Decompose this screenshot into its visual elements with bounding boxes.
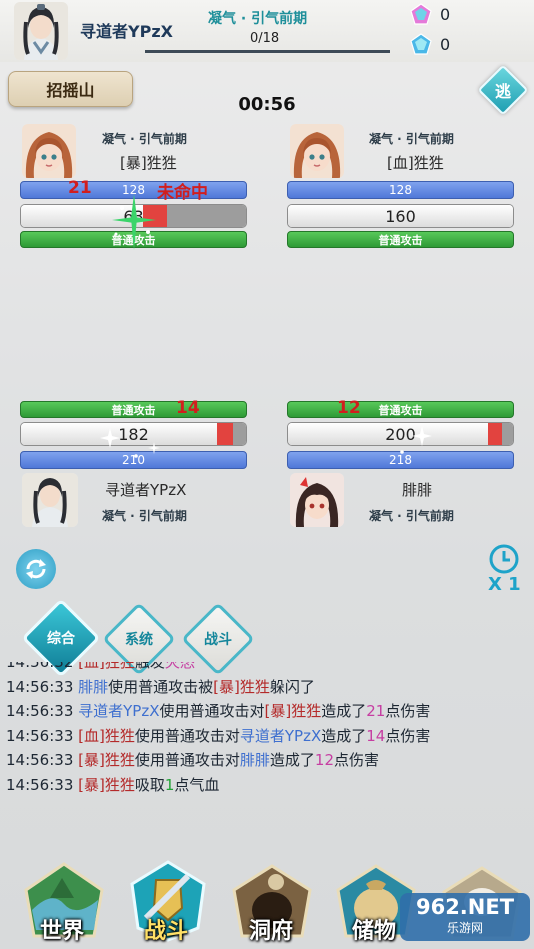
log-segment: 14 — [366, 726, 386, 745]
speed-label[interactable]: X 1 — [488, 574, 521, 595]
pink-gem-icon — [410, 3, 432, 25]
pet-realm: 凝气 · 引气前期 — [369, 509, 454, 523]
damage-number: 21 — [68, 178, 92, 198]
enemy-realm: 凝气 · 引气前期 — [102, 132, 187, 146]
sparkle-effect — [382, 422, 452, 470]
pet-avatar — [290, 473, 344, 527]
log-segment: 使用普通攻击对 — [134, 751, 240, 769]
tab-general-label[interactable]: 综合 — [31, 628, 91, 648]
log-segment: [暴]狌狌 — [213, 677, 270, 696]
log-segment: 使用普通攻击对 — [159, 702, 265, 720]
log-text: 触发 — [134, 662, 165, 671]
log-line: 14:56:33 寻道者YPzX使用普通攻击对[暴]狌狌造成了21点伤害 — [6, 699, 526, 724]
player-name: 寻道者YPzX — [80, 22, 173, 41]
log-segment: 1 — [164, 775, 175, 794]
ally-name: 寻道者YPzX — [105, 481, 187, 499]
log-lines: 14:56:33 腓腓使用普通攻击被[暴]狌狌躲闪了 14:56:33 寻道者YP… — [6, 675, 526, 798]
log-time: 14:56:33 — [6, 775, 79, 794]
log-segment: 21 — [366, 702, 386, 720]
log-segment: 12 — [314, 751, 334, 769]
battle-log[interactable]: 14:56:32 [血]狌狌触发灭怒 14:56:33 腓腓使用普通攻击被[暴]… — [6, 662, 526, 858]
log-segment: 躲闪了 — [269, 677, 315, 696]
log-segment: [暴]狌狌 — [78, 751, 135, 769]
watermark-logo: 962.NET 乐游网 — [400, 893, 530, 941]
log-segment: 寻道者YPzX — [78, 702, 160, 720]
log-segment: 造成了 — [321, 702, 367, 720]
skill-label: 普通攻击 — [111, 403, 156, 417]
exp-text: 0/18 — [250, 31, 280, 46]
log-segment: 点气血 — [174, 775, 220, 794]
log-time: 14:56:32 — [6, 662, 79, 671]
sparkle-effect — [96, 422, 166, 470]
damage-number: 14 — [176, 398, 200, 418]
exp-bar — [145, 50, 390, 53]
player-realm: 凝气 · 引气前期 — [208, 11, 308, 27]
tab-battle-label[interactable]: 战斗 — [188, 629, 248, 649]
flee-label[interactable]: 逃 — [485, 72, 521, 108]
ally-realm: 凝气 · 引气前期 — [102, 509, 187, 523]
enemy-skill-bar: 普通攻击 — [287, 231, 514, 248]
log-line: 14:56:33 腓腓使用普通攻击被[暴]狌狌躲闪了 — [6, 675, 526, 700]
log-segment: 腓腓 — [78, 677, 109, 696]
watermark-sub: 乐游网 — [446, 921, 483, 935]
log-time: 14:56:33 — [6, 677, 79, 696]
auto-battle-button[interactable] — [16, 549, 56, 589]
log-segment: 点伤害 — [385, 726, 431, 745]
nav-battle-label[interactable]: 战斗 — [144, 913, 188, 945]
ally-skill-bar: 普通攻击 — [20, 401, 247, 418]
log-effect: 灭怒 — [164, 662, 195, 671]
enemy-mp-bar: 128 — [287, 181, 514, 199]
log-segment: 点伤害 — [385, 702, 431, 720]
miss-text: 未命中 — [157, 183, 208, 203]
log-segment: 使用普通攻击被 — [108, 677, 214, 696]
skill-label: 普通攻击 — [378, 233, 423, 247]
log-segment: 造成了 — [269, 751, 315, 769]
pink-gem-count: 0 — [440, 5, 451, 24]
player-avatar[interactable] — [14, 2, 68, 60]
enemy-realm: 凝气 · 引气前期 — [369, 132, 454, 146]
log-segment: 腓腓 — [239, 751, 270, 769]
enemy-hp-bar: 160 — [287, 204, 514, 228]
nav-world-label[interactable]: 世界 — [40, 913, 84, 945]
log-time: 14:56:33 — [6, 751, 79, 769]
blue-gem-icon — [410, 33, 432, 55]
log-segment: 使用普通攻击对 — [134, 726, 240, 745]
enemy-mp-value: 128 — [389, 183, 412, 197]
player-avatar — [22, 473, 78, 527]
tab-system-label[interactable]: 系统 — [109, 629, 169, 649]
log-line: 14:56:33 [暴]狌狌使用普通攻击对腓腓造成了12点伤害 — [6, 748, 526, 773]
nav-cave-label[interactable]: 洞府 — [249, 913, 293, 945]
sparkle-effect — [104, 194, 164, 254]
refresh-icon — [26, 559, 46, 579]
damage-number: 12 — [337, 398, 361, 418]
log-line: 14:56:32 [血]狌狌触发灭怒 — [6, 662, 526, 675]
log-line: 14:56:33 [血]狌狌使用普通攻击对寻道者YPzX造成了14点伤害 — [6, 724, 526, 749]
log-segment: 造成了 — [321, 726, 367, 745]
enemy-hp-value: 160 — [385, 206, 416, 226]
log-line: 14:56:33 [暴]狌狌吸取1点气血 — [6, 773, 526, 798]
log-time: 14:56:33 — [6, 726, 79, 745]
log-segment: 点伤害 — [334, 751, 380, 769]
enemy-avatar — [290, 124, 344, 178]
ally-skill-bar: 普通攻击 — [287, 401, 514, 418]
log-segment: [暴]狌狌 — [78, 775, 135, 794]
log-segment: 寻道者YPzX — [239, 726, 322, 745]
watermark-brand: 962.NET — [415, 895, 515, 919]
pet-name: 腓腓 — [402, 481, 433, 499]
log-actor: [血]狌狌 — [78, 662, 135, 671]
enemy-name: [血]狌狌 — [387, 154, 444, 172]
nav-storage-label[interactable]: 储物 — [352, 913, 396, 945]
battle-timer: 00:56 — [238, 94, 296, 115]
skill-label: 普通攻击 — [378, 403, 423, 417]
enemy-name: [暴]狌狌 — [120, 154, 177, 172]
log-segment: 吸取 — [134, 775, 165, 794]
log-time: 14:56:33 — [6, 702, 79, 720]
enemy-avatar — [22, 124, 76, 178]
log-segment: [血]狌狌 — [78, 726, 135, 745]
blue-gem-count: 0 — [440, 35, 451, 54]
log-segment: [暴]狌狌 — [264, 702, 322, 720]
